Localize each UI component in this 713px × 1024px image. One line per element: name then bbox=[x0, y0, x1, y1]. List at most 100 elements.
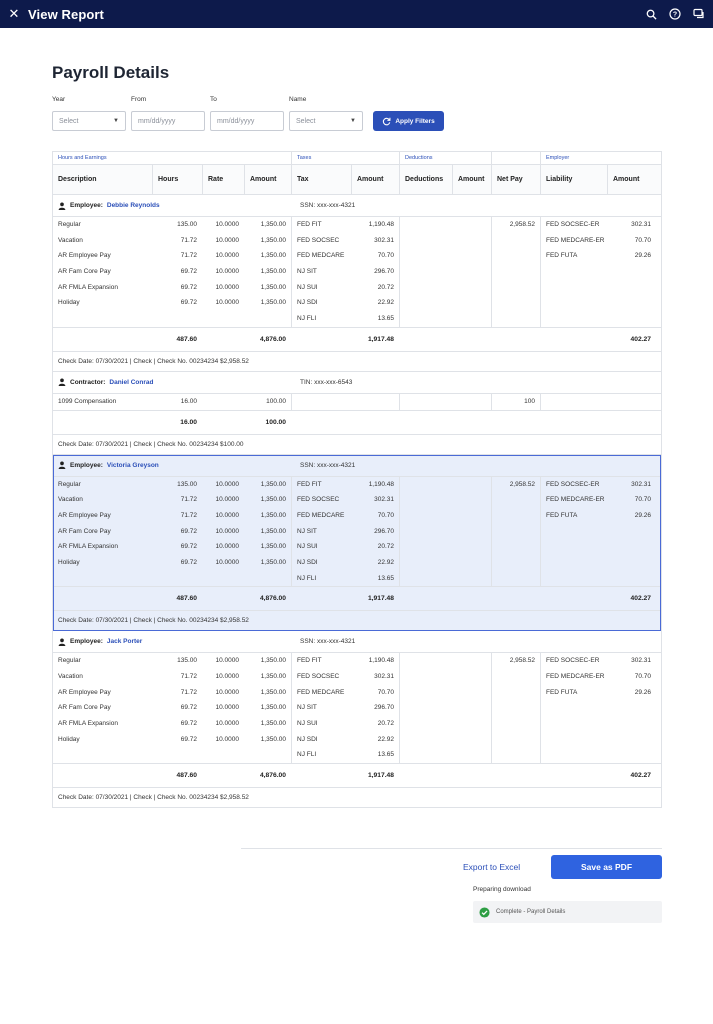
name-select[interactable]: Select ▼ bbox=[289, 111, 363, 131]
tax-name: NJ SUI bbox=[291, 716, 351, 732]
tax-name: NJ SUI bbox=[291, 279, 351, 296]
earning-amount: 1,350.00 bbox=[260, 657, 286, 665]
total-spacer bbox=[399, 587, 452, 611]
deduction-amount bbox=[452, 295, 491, 311]
total-spacer bbox=[491, 328, 540, 352]
total-spacer bbox=[491, 411, 540, 435]
payroll-record[interactable]: Employee: Victoria Greyson SSN: xxx-xxx-43… bbox=[53, 454, 661, 632]
total-spacer bbox=[540, 328, 607, 352]
payroll-record[interactable]: Employee: Debbie Reynolds SSN: xxx-xxx-432… bbox=[53, 195, 661, 372]
liability-amount: 302.31 bbox=[631, 480, 651, 488]
total-spacer bbox=[540, 764, 607, 788]
earning-rate: 10.0000 bbox=[215, 688, 240, 696]
col-description: Description bbox=[58, 176, 97, 183]
help-icon[interactable]: ? bbox=[667, 6, 683, 22]
apply-filters-button[interactable]: Apply Filters bbox=[373, 111, 444, 131]
earning-amount: 1,350.00 bbox=[260, 496, 286, 504]
earning-rate: 10.0000 bbox=[215, 704, 240, 712]
tax-amount: 20.72 bbox=[377, 543, 394, 551]
tax-name: FED SOCSEC bbox=[291, 669, 351, 685]
payroll-record[interactable]: Contractor: Daniel Conrad TIN: xxx-xxx-654… bbox=[53, 372, 661, 455]
to-date-input[interactable]: mm/dd/yyyy bbox=[210, 111, 284, 131]
person-icon bbox=[58, 461, 66, 469]
tax-amount: 22.92 bbox=[377, 299, 394, 307]
earning-rate: 10.0000 bbox=[215, 673, 240, 680]
deduction-name bbox=[399, 700, 452, 717]
total-tax-spacer bbox=[291, 587, 351, 611]
download-complete-item[interactable]: Complete - Payroll Details bbox=[473, 901, 662, 923]
tax-amount: 296.70 bbox=[374, 527, 394, 535]
total-spacer bbox=[399, 328, 452, 352]
tax-name: NJ SDI bbox=[291, 554, 351, 571]
net-pay bbox=[491, 700, 540, 717]
record-tax-id: SSN: xxx-xxx-4321 bbox=[300, 638, 356, 646]
earning-amount: 1,350.00 bbox=[260, 236, 286, 244]
deduction-name bbox=[399, 476, 452, 493]
tax-amount bbox=[351, 394, 399, 410]
record-totals: 487.60 4,876.00 1,917.48 402.27 bbox=[53, 326, 661, 352]
earning-description: Regular bbox=[58, 480, 81, 488]
check-info: Check Date: 07/30/2021 | Check | Check N… bbox=[53, 610, 661, 630]
table-row: Regular 135.00 10.0000 1,350.00 FED FIT 1,190… bbox=[53, 476, 661, 493]
record-type-label: Employee: bbox=[70, 202, 103, 209]
liability-amount bbox=[607, 555, 656, 571]
record-name-link[interactable]: Debbie Reynolds bbox=[107, 202, 160, 209]
earning-hours: 135.00 bbox=[177, 221, 197, 228]
chat-icon[interactable] bbox=[691, 6, 707, 22]
total-rate-spacer bbox=[202, 764, 244, 788]
tax-amount: 70.70 bbox=[377, 688, 394, 696]
tax-name: FED FIT bbox=[291, 217, 351, 233]
tax-amount: 22.92 bbox=[377, 558, 394, 566]
total-taxes: 1,917.48 bbox=[367, 772, 394, 780]
total-spacer bbox=[452, 328, 491, 352]
close-icon[interactable]: ✕ bbox=[0, 0, 28, 28]
liability-name bbox=[540, 539, 607, 555]
tax-name: NJ SUI bbox=[291, 539, 351, 555]
record-tax-id: TIN: xxx-xxx-6543 bbox=[300, 378, 353, 386]
earning-amount: 1,350.00 bbox=[260, 268, 286, 276]
deduction-name bbox=[399, 311, 452, 327]
year-select[interactable]: Select ▼ bbox=[52, 111, 126, 131]
deduction-amount bbox=[452, 264, 491, 280]
liability-amount: 302.31 bbox=[631, 221, 651, 228]
record-rows: Regular 135.00 10.0000 1,350.00 FED FIT 1,190… bbox=[53, 653, 661, 764]
total-taxes: 1,917.48 bbox=[367, 335, 394, 343]
table-row: Holiday 69.72 10.0000 1,350.00 NJ SDI 22.92 bbox=[53, 295, 661, 312]
search-icon[interactable] bbox=[643, 6, 659, 22]
from-date-input[interactable]: mm/dd/yyyy bbox=[131, 111, 205, 131]
earning-description: Vacation bbox=[58, 236, 83, 244]
record-name-link[interactable]: Jack Porter bbox=[107, 638, 142, 645]
earning-hours: 69.72 bbox=[180, 704, 197, 712]
liability-amount bbox=[607, 394, 656, 410]
col-hours: Hours bbox=[152, 165, 202, 195]
earning-rate: 10.0000 bbox=[215, 268, 240, 276]
earning-description: Holiday bbox=[58, 558, 80, 566]
tax-amount: 70.70 bbox=[377, 252, 394, 260]
earning-amount: 1,350.00 bbox=[260, 558, 286, 566]
net-pay bbox=[491, 539, 540, 555]
col-amount: Amount bbox=[244, 165, 291, 195]
export-excel-link[interactable]: Export to Excel bbox=[463, 862, 520, 872]
liability-name bbox=[540, 700, 607, 717]
record-name-link[interactable]: Victoria Greyson bbox=[107, 462, 159, 469]
chevron-down-icon: ▼ bbox=[350, 118, 356, 124]
total-label-spacer bbox=[53, 328, 152, 352]
earning-hours: 71.72 bbox=[180, 673, 197, 680]
earning-rate bbox=[202, 394, 244, 410]
earning-rate: 10.0000 bbox=[215, 480, 240, 488]
net-pay bbox=[491, 279, 540, 296]
deduction-amount bbox=[452, 669, 491, 685]
liability-name: FED FUTA bbox=[540, 684, 607, 701]
liability-name bbox=[540, 295, 607, 312]
record-name-link[interactable]: Daniel Conrad bbox=[109, 379, 153, 386]
earning-amount: 1,350.00 bbox=[260, 252, 286, 260]
earning-hours: 69.72 bbox=[180, 268, 197, 276]
tax-amount: 1,190.48 bbox=[368, 221, 394, 228]
table-row: Vacation 71.72 10.0000 1,350.00 FED SOCSEC 30… bbox=[53, 669, 661, 685]
save-pdf-button[interactable]: Save as PDF bbox=[551, 855, 662, 879]
earning-amount: 1,350.00 bbox=[260, 735, 286, 743]
total-label-spacer bbox=[53, 587, 152, 611]
deduction-amount bbox=[452, 571, 491, 587]
payroll-record[interactable]: Employee: Jack Porter SSN: xxx-xxx-4321 Reg… bbox=[53, 631, 661, 809]
total-employer: 402.27 bbox=[630, 595, 651, 603]
